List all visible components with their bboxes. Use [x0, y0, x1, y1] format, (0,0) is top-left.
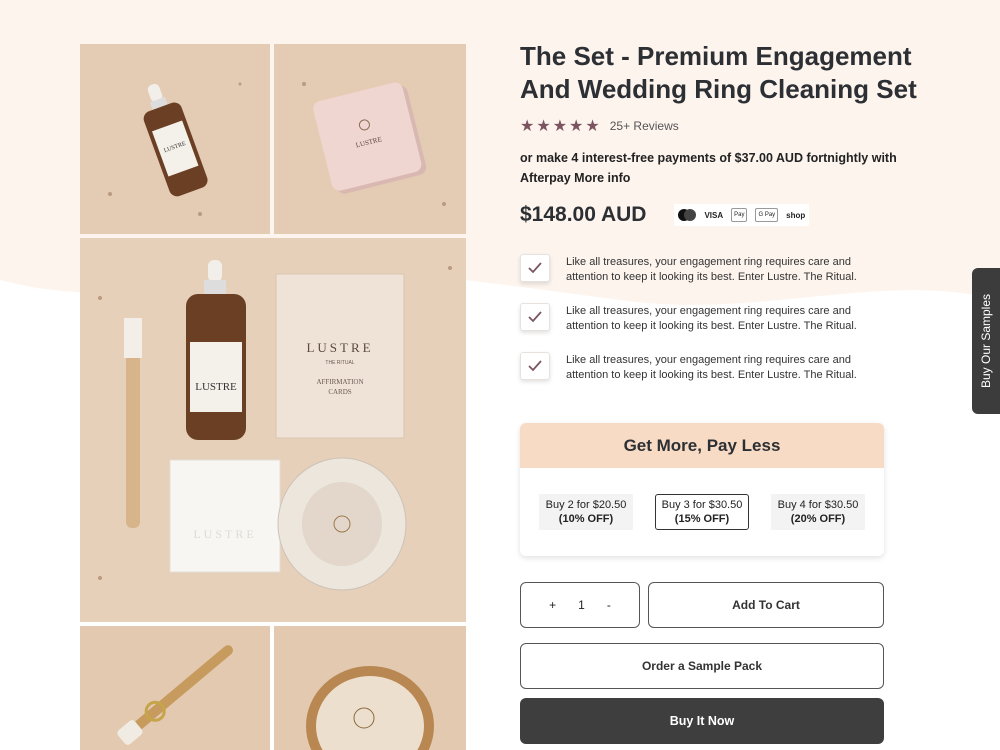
reviews-count[interactable]: 25+ Reviews [610, 119, 679, 133]
gallery-image-bowl[interactable] [274, 626, 466, 750]
bundle-option-buy-2[interactable]: Buy 2 for $20.50 (10% OFF) [539, 494, 633, 530]
product-title: The Set - Premium Engagement And Wedding… [520, 41, 917, 104]
google-pay-icon: G Pay [755, 208, 779, 222]
box-subtitle-text: THE RITUAL [325, 360, 354, 366]
bundle-heading: Get More, Pay Less [520, 423, 884, 468]
afterpay-info[interactable]: or make 4 interest-free payments of $37.… [520, 148, 900, 188]
product-gallery: LUSTRE LUSTRE LUSTRE LUSTRE THE RITUAL A… [80, 44, 466, 750]
bundle-options: Buy 2 for $20.50 (10% OFF) Buy 3 for $30… [520, 468, 884, 556]
bundle-option-buy-3[interactable]: Buy 3 for $30.50 (15% OFF) [655, 494, 749, 530]
product-info: The Set - Premium Engagement And Wedding… [520, 40, 940, 401]
mastercard-icon [678, 208, 697, 222]
buy-samples-side-tab[interactable]: Buy Our Samples [972, 268, 1000, 414]
checkmark-icon [520, 352, 550, 380]
payment-methods: VISA Pay G Pay shop [674, 204, 810, 226]
bundle-option-label: Buy 3 for $30.50 [661, 499, 743, 511]
gallery-image-cards[interactable]: LUSTRE [274, 44, 466, 234]
rating-row[interactable]: ★★★★★ 25+ Reviews [520, 116, 940, 136]
feature-item: Like all treasures, your engagement ring… [520, 254, 940, 303]
cart-row: + 1 - Add To Cart [520, 582, 884, 628]
bundle-option-discount: (20% OFF) [790, 513, 846, 525]
visa-icon: VISA [704, 210, 724, 220]
feature-list: Like all treasures, your engagement ring… [520, 254, 940, 401]
bottle-brand-text: LUSTRE [195, 381, 237, 393]
gallery-image-serum[interactable]: LUSTRE [80, 44, 270, 234]
box-label-line2: CARDS [328, 388, 351, 396]
bundle-option-label: Buy 2 for $20.50 [545, 499, 627, 511]
side-tab-label: Buy Our Samples [979, 293, 994, 389]
box-brand-text: LUSTRE [306, 340, 373, 355]
bundle-option-discount: (10% OFF) [558, 513, 614, 525]
cloth-brand-text: LUSTRE [193, 527, 256, 541]
gallery-image-full-set[interactable]: LUSTRE LUSTRE THE RITUAL AFFIRMATION CAR… [80, 238, 466, 622]
star-rating: ★★★★★ [520, 118, 602, 135]
bundle-option-label: Buy 4 for $30.50 [777, 499, 859, 511]
bundle-option-buy-4[interactable]: Buy 4 for $30.50 (20% OFF) [771, 494, 865, 530]
shop-pay-icon: shop [786, 210, 806, 220]
add-to-cart-button[interactable]: Add To Cart [648, 582, 884, 628]
price-row: $148.00 AUD VISA Pay G Pay shop [520, 200, 940, 230]
feature-item: Like all treasures, your engagement ring… [520, 303, 940, 352]
bundle-offer-panel: Get More, Pay Less Buy 2 for $20.50 (10%… [520, 423, 884, 556]
product-price: $148.00 AUD [520, 203, 647, 226]
quantity-stepper: + 1 - [520, 582, 640, 628]
quantity-value[interactable]: 1 [578, 598, 585, 612]
feature-item: Like all treasures, your engagement ring… [520, 352, 940, 401]
checkmark-icon [520, 303, 550, 331]
box-label-line1: AFFIRMATION [316, 378, 363, 386]
gallery-image-brush[interactable] [80, 626, 270, 750]
increment-button[interactable]: + [549, 598, 556, 612]
bundle-option-discount: (15% OFF) [674, 513, 730, 525]
order-sample-pack-button[interactable]: Order a Sample Pack [520, 643, 884, 689]
decrement-button[interactable]: - [607, 598, 611, 612]
feature-text: Like all treasures, your engagement ring… [566, 305, 857, 332]
feature-text: Like all treasures, your engagement ring… [566, 354, 857, 381]
checkmark-icon [520, 254, 550, 282]
feature-text: Like all treasures, your engagement ring… [566, 256, 857, 283]
apple-pay-icon: Pay [731, 208, 748, 222]
buy-it-now-button[interactable]: Buy It Now [520, 698, 884, 744]
